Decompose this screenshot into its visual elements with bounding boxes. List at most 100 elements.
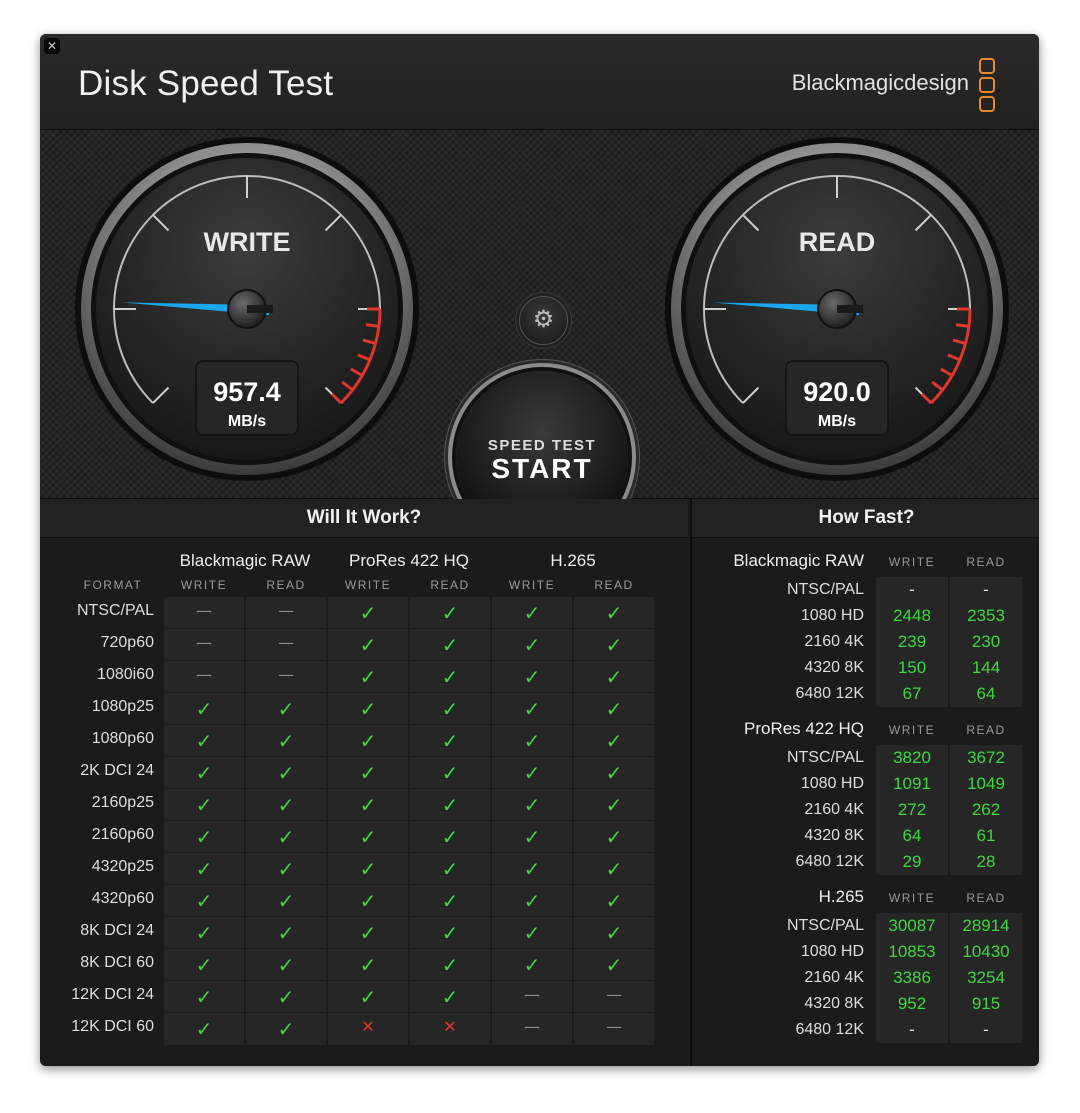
settings-button[interactable]: ⚙ [519,296,568,345]
check-icon: ✓ [277,985,295,1009]
codec-header: H.265 [550,551,596,570]
how-fast-write-header: WRITE [888,723,936,737]
column-header: WRITE [508,578,556,592]
check-icon: ✓ [359,633,377,657]
how-fast-write-value: 10853 [888,942,936,961]
check-icon: ✓ [523,793,541,817]
check-icon: ✓ [441,697,459,721]
check-icon: ✓ [605,665,623,689]
how-fast-format-label: 6480 12K [795,853,864,870]
dash-icon: — [278,633,294,652]
format-label: 2160p60 [91,826,154,843]
check-icon: ✓ [359,665,377,689]
column-header: READ [266,578,306,592]
dash-icon: — [606,985,622,1004]
title-bar: Disk Speed Test Blackmagicdesign [40,34,1039,130]
will-it-work-title: Will It Work? [40,499,688,538]
check-icon: ✓ [359,761,377,785]
how-fast-format-label: 2160 4K [804,969,864,986]
format-label: NTSC/PAL [76,602,154,619]
check-icon: ✓ [359,953,377,977]
check-icon: ✓ [523,761,541,785]
close-button[interactable]: ✕ [44,38,60,54]
column-header: READ [430,578,470,592]
check-icon: ✓ [441,729,459,753]
check-icon: ✓ [277,921,295,945]
how-fast-read-value: 64 [976,684,996,703]
check-icon: ✓ [441,985,459,1009]
row-divider [164,916,656,917]
column-header: READ [594,578,634,592]
how-fast-read-value: 1049 [967,774,1005,793]
how-fast-write-value: 30087 [888,916,936,935]
how-fast-write-value: 952 [897,994,927,1013]
dash-icon: — [278,601,294,620]
check-icon: ✓ [523,601,541,625]
how-fast-read-value: 61 [976,826,996,845]
check-icon: ✓ [359,825,377,849]
how-fast-write-value: - [909,580,915,599]
how-fast-format-label: 6480 12K [795,1021,864,1038]
check-icon: ✓ [441,633,459,657]
check-icon: ✓ [277,825,295,849]
format-label: 1080i60 [97,666,154,683]
gauge-label: WRITE [204,227,291,257]
check-icon: ✓ [277,761,295,785]
gear-icon: ⚙ [532,305,555,333]
check-icon: ✓ [605,697,623,721]
row-divider [164,660,656,661]
dash-icon: — [278,665,294,684]
check-icon: ✓ [605,921,623,945]
gauge-value: 957.4 [213,377,281,407]
format-label: 4320p60 [91,890,154,907]
how-fast-read-value: 3672 [967,748,1005,767]
check-icon: ✓ [605,761,623,785]
how-fast-title: How Fast? [692,499,1039,538]
how-fast-format-label: 2160 4K [804,801,864,818]
check-icon: ✓ [195,729,213,753]
brand-name: Blackmagicdesign [791,70,969,95]
how-fast-format-label: 6480 12K [795,685,864,702]
app-title: Disk Speed Test [78,64,334,103]
check-icon: ✓ [195,697,213,721]
row-divider [164,1012,656,1013]
format-label: 1080p60 [91,730,154,747]
check-icon: ✓ [523,889,541,913]
blackmagic-logo-icon [979,58,995,112]
dash-icon: — [524,985,540,1004]
format-label: 12K DCI 24 [71,986,154,1003]
check-icon: ✓ [441,889,459,913]
check-icon: ✓ [277,857,295,881]
check-icon: ✓ [441,921,459,945]
dash-icon: — [606,1017,622,1036]
check-icon: ✓ [359,889,377,913]
how-fast-write-value: 29 [902,852,922,871]
check-icon: ✓ [523,857,541,881]
row-divider [164,692,656,693]
check-icon: ✓ [523,633,541,657]
check-icon: ✓ [195,1017,213,1041]
cross-icon: ✕ [361,1017,375,1036]
dash-icon: — [524,1017,540,1036]
check-icon: ✓ [441,825,459,849]
row-divider [164,980,656,981]
disk-speed-test-window: Disk Speed Test Blackmagicdesign ✕ WRITE… [40,34,1039,1066]
how-fast-write-value: 2448 [893,606,931,625]
check-icon: ✓ [441,601,459,625]
format-label: 1080p25 [91,698,154,715]
check-icon: ✓ [605,825,623,849]
gauge-value: 920.0 [803,377,871,407]
row-divider [164,948,656,949]
how-fast-read-value: 2353 [967,606,1005,625]
how-fast-format-label: 4320 8K [804,995,864,1012]
check-icon: ✓ [195,793,213,817]
check-icon: ✓ [195,921,213,945]
will-it-work-panel: Will It Work? Blackmagic RAW ProRes 422 H… [40,499,688,1066]
gauge-redzone-tick [955,323,970,328]
how-fast-read-value: 262 [971,800,1001,819]
format-label: 2K DCI 24 [80,762,154,779]
how-fast-read-value: 230 [971,632,1001,651]
how-fast-format-label: NTSC/PAL [786,581,864,598]
gauge-label: READ [799,227,876,257]
check-icon: ✓ [605,793,623,817]
